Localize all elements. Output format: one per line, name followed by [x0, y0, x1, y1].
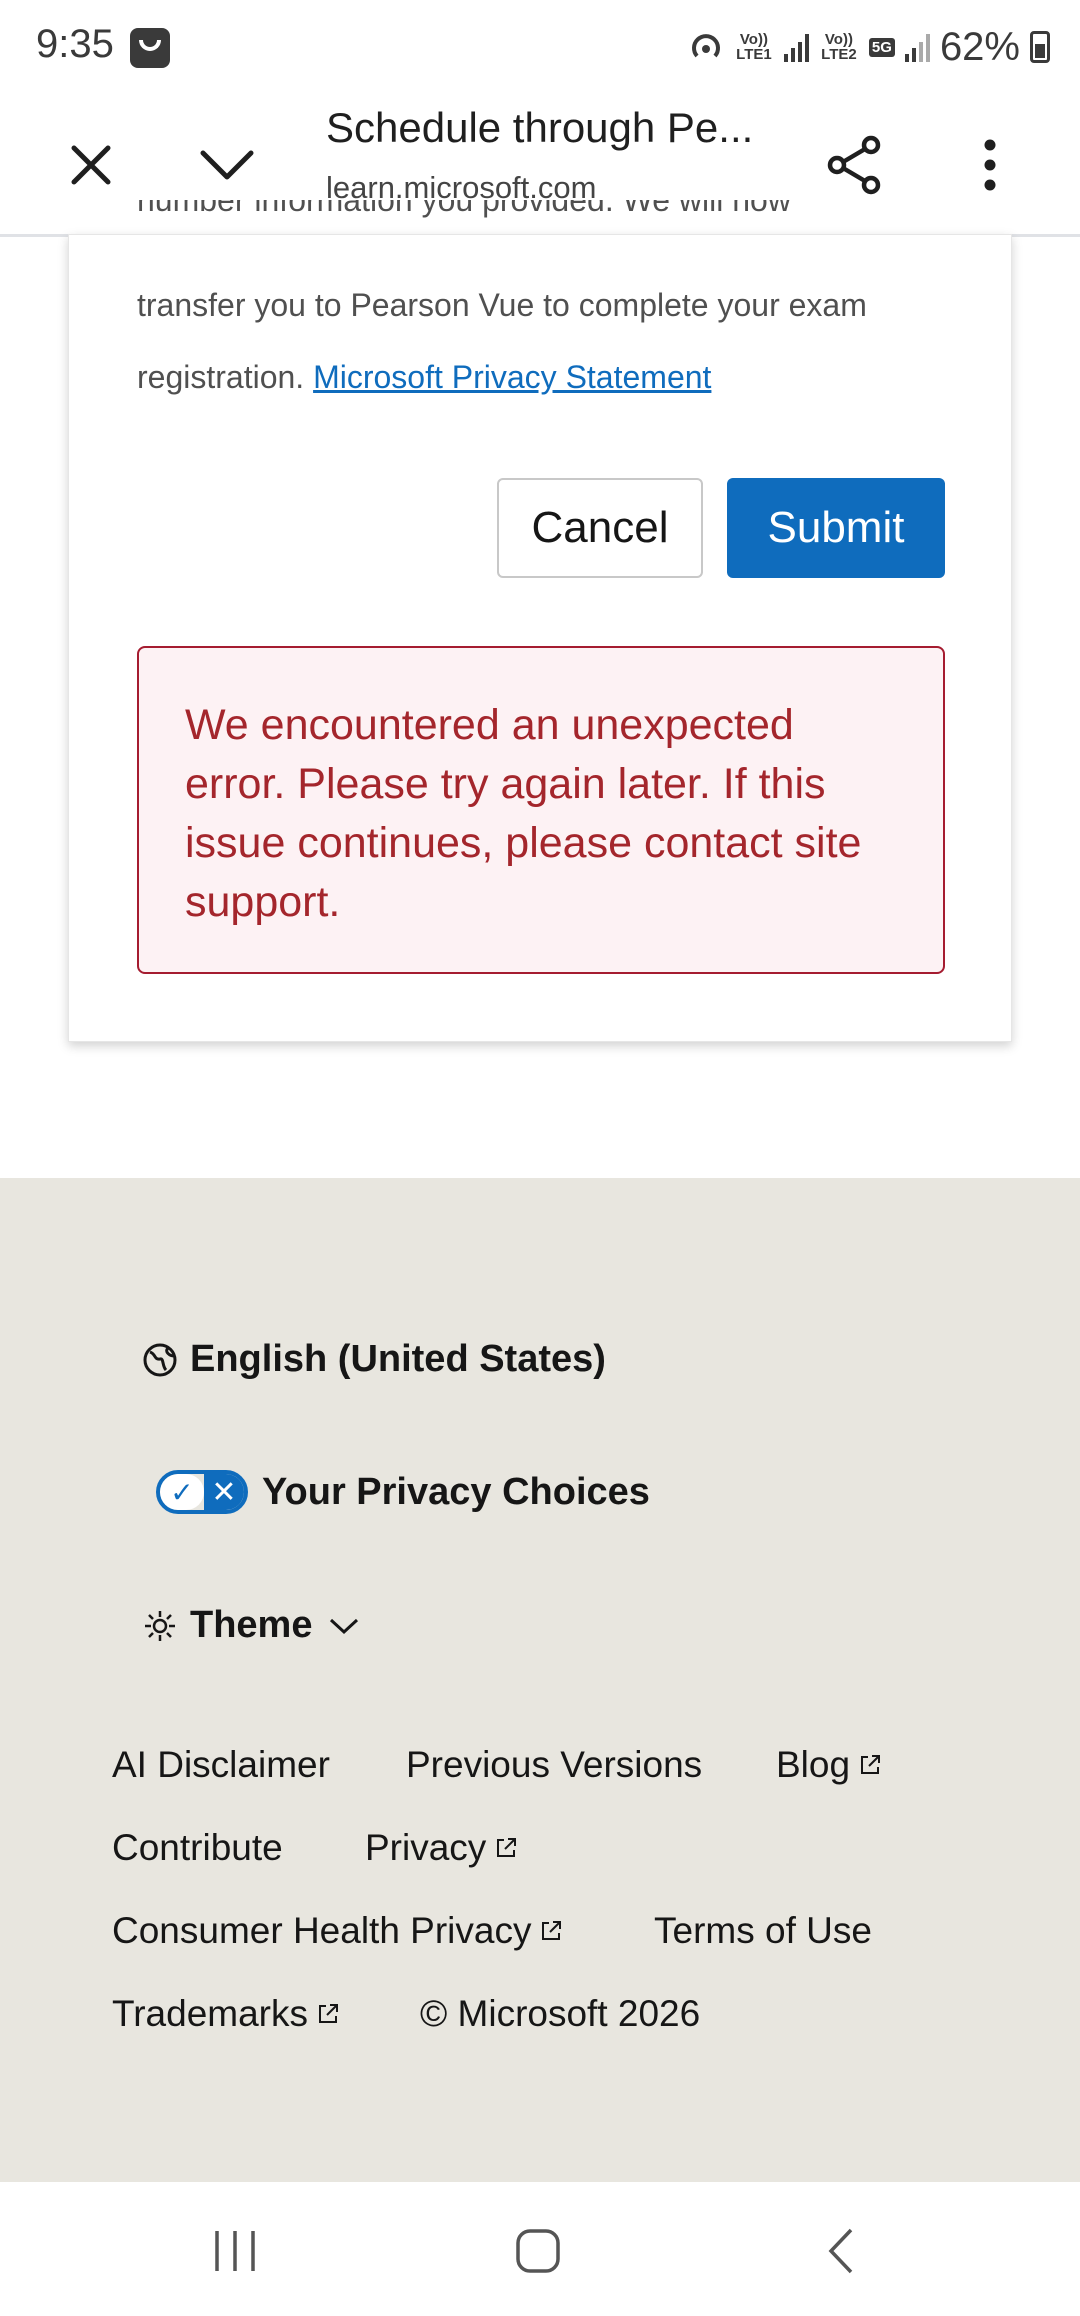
back-icon [828, 2228, 853, 2274]
partial-text: number information you provided. We will… [137, 200, 791, 218]
battery-icon [1030, 31, 1050, 63]
theme-label: Theme [190, 1604, 313, 1646]
external-link-icon [542, 1921, 562, 1940]
more-vert-icon [984, 139, 996, 191]
trademarks-label: Trademarks [112, 1993, 309, 2034]
contribute-label: Contribute [112, 1827, 283, 1868]
transfer-notice: transfer you to Pearson Vue to complete … [137, 269, 957, 413]
consumer-health-privacy-link[interactable]: Consumer Health Privacy [112, 1910, 563, 1952]
status-time: 9:35 [36, 22, 114, 66]
copyright-text: © Microsoft 2026 [420, 1993, 700, 2035]
sun-icon [145, 1610, 175, 1641]
language-selector[interactable]: English (United States) [142, 1338, 606, 1381]
previous-versions-link[interactable]: Previous Versions [406, 1744, 702, 1786]
network-label-2: Vo)) LTE2 [821, 31, 857, 63]
signal-icon [783, 32, 809, 62]
more-options-button[interactable] [955, 130, 1025, 200]
ai-disclaimer-label: AI Disclaimer [112, 1744, 330, 1785]
schedule-form-card: transfer you to Pearson Vue to complete … [68, 234, 1012, 1042]
globe-icon [143, 1343, 177, 1376]
signal-icon-2 [904, 32, 930, 62]
chevron-down-icon [330, 1618, 359, 1634]
battery-percent: 62% [939, 24, 1020, 69]
external-link-icon [861, 1755, 881, 1774]
theme-selector[interactable]: Theme [142, 1604, 360, 1647]
error-alert: We encountered an unexpected error. Plea… [137, 646, 945, 974]
share-button[interactable] [820, 130, 890, 200]
chevron-down-icon [200, 150, 254, 180]
submit-button[interactable]: Submit [727, 478, 945, 578]
close-icon [71, 145, 111, 185]
close-tab-button[interactable] [56, 130, 126, 200]
privacy-label: Privacy [365, 1827, 487, 1868]
privacy-toggle-icon: ✓ ✕ [156, 1470, 248, 1514]
language-label: English (United States) [190, 1338, 606, 1380]
privacy-link[interactable]: Privacy [365, 1827, 518, 1869]
privacy-choices-label: Your Privacy Choices [262, 1470, 650, 1513]
minimize-button[interactable] [192, 130, 262, 200]
recent-apps-icon [215, 2231, 255, 2271]
terms-of-use-label: Terms of Use [654, 1910, 872, 1951]
contribute-link[interactable]: Contribute [112, 1827, 283, 1869]
terms-of-use-link[interactable]: Terms of Use [654, 1910, 872, 1952]
external-link-icon [319, 2004, 339, 2023]
blog-label: Blog [776, 1744, 851, 1785]
copyright-label: © Microsoft 2026 [420, 1993, 701, 2034]
shopping-bag-icon [130, 28, 170, 68]
site-footer: English (United States) ✓ ✕ Your Privacy … [0, 1178, 1080, 2182]
home-button[interactable] [503, 2216, 573, 2286]
back-button[interactable] [806, 2216, 876, 2286]
cancel-button[interactable]: Cancel [497, 478, 703, 578]
hotspot-icon [691, 34, 720, 58]
page-title: Schedule through Pe... [326, 104, 754, 151]
home-icon [516, 2229, 560, 2273]
status-bar: 9:35 Vo)) LTE1 Vo)) LTE2 5G 62% [0, 0, 1080, 96]
partial-text-line: number information you provided. We will… [137, 200, 917, 234]
blog-link[interactable]: Blog [776, 1744, 882, 1786]
system-navigation-bar [0, 2182, 1080, 2316]
status-indicators: Vo)) LTE1 Vo)) LTE2 5G 62% [688, 22, 1050, 72]
share-icon [827, 135, 881, 195]
error-message: We encountered an unexpected error. Plea… [185, 701, 862, 926]
trademarks-link[interactable]: Trademarks [112, 1993, 340, 2035]
previous-versions-label: Previous Versions [406, 1744, 703, 1785]
external-link-icon [497, 1838, 517, 1857]
network-label-1: Vo)) LTE1 [736, 31, 772, 63]
privacy-choices-link[interactable]: ✓ ✕ Your Privacy Choices [156, 1470, 650, 1514]
consumer-health-privacy-label: Consumer Health Privacy [112, 1910, 532, 1951]
ai-disclaimer-link[interactable]: AI Disclaimer [112, 1744, 330, 1786]
privacy-statement-link[interactable]: Microsoft Privacy Statement [313, 359, 711, 395]
recent-apps-button[interactable] [200, 2216, 270, 2286]
network-type: 5G [868, 37, 895, 57]
